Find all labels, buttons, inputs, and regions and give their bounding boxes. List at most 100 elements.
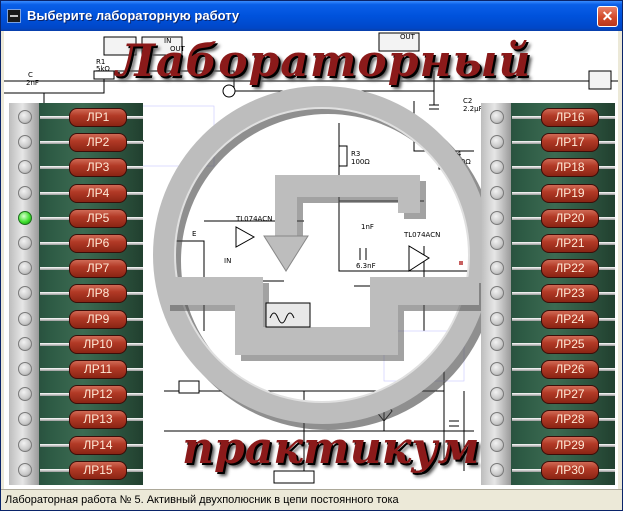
lab-button[interactable]: ЛР24 (541, 309, 599, 329)
resistor-lead (599, 468, 615, 472)
lab-row: ЛР8 (9, 281, 143, 306)
resistor-lead (512, 393, 542, 397)
lab-indicator-led (490, 286, 504, 301)
resistor-lead (512, 418, 542, 422)
resistor-lead (127, 317, 143, 321)
lab-indicator-led (18, 462, 32, 477)
lab-button[interactable]: ЛР13 (69, 410, 127, 430)
resistor-lead (40, 292, 70, 296)
resistor-lead (599, 267, 615, 271)
close-button[interactable]: ✕ (597, 6, 618, 27)
lab-button[interactable]: ЛР30 (541, 460, 599, 480)
lab-indicator-led (490, 437, 504, 452)
lab-button[interactable]: ЛР21 (541, 234, 599, 253)
lab-button[interactable]: ЛР27 (541, 385, 599, 405)
resistor-lead (512, 443, 542, 447)
lab-button[interactable]: ЛР7 (69, 259, 127, 279)
lab-button[interactable]: ЛР15 (69, 460, 127, 480)
resistor-lead (40, 468, 70, 472)
resistor-lead (40, 166, 70, 170)
lab-indicator-led (490, 387, 504, 402)
resistor-lead (40, 116, 70, 119)
lab-row: ЛР14 (9, 433, 143, 458)
lab-button[interactable]: ЛР14 (69, 435, 127, 455)
lab-button[interactable]: ЛР4 (69, 183, 127, 203)
lab-indicator-led (18, 185, 32, 200)
lab-indicator-led (490, 110, 504, 124)
resistor-lead (512, 267, 542, 271)
resistor-lead (512, 468, 542, 472)
lab-button[interactable]: ЛР20 (541, 208, 599, 228)
lab-button[interactable]: ЛР25 (541, 334, 599, 354)
resistor-lead (127, 141, 143, 145)
lab-indicator-led (18, 437, 32, 452)
lab-row: ЛР23 (481, 281, 615, 306)
client-area: C 2nF R1 5kΩ C2 2.2μF R3 100Ω R4 800Ω TL… (4, 31, 618, 489)
lab-button[interactable]: ЛР2 (69, 133, 127, 153)
lab-button[interactable]: ЛР9 (69, 309, 127, 329)
resistor-lead (512, 342, 542, 346)
lab-button[interactable]: ЛР10 (69, 334, 127, 354)
lab-button[interactable]: ЛР22 (541, 259, 599, 279)
lab-button[interactable]: ЛР18 (541, 158, 599, 178)
lab-indicator-led (490, 210, 504, 225)
window-title: Выберите лабораторную работу (27, 8, 240, 23)
lab-indicator-led (18, 286, 32, 301)
lab-button[interactable]: ЛР6 (69, 234, 127, 253)
title-bar[interactable]: Выберите лабораторную работу ✕ (1, 1, 622, 31)
resistor-lead (599, 393, 615, 397)
lab-button[interactable]: ЛР29 (541, 435, 599, 455)
status-text: Лабораторная работа № 5. Активный двухпо… (5, 494, 399, 506)
resistor-lead (40, 418, 70, 422)
lab-button[interactable]: ЛР19 (541, 183, 599, 203)
lab-button[interactable]: ЛР11 (69, 360, 127, 379)
lab-row: ЛР13 (9, 407, 143, 432)
resistor-lead (40, 368, 70, 371)
lab-indicator-led (490, 160, 504, 175)
resistor-lead (599, 317, 615, 321)
lab-button[interactable]: ЛР3 (69, 158, 127, 178)
lab-row: ЛР2 (9, 130, 143, 155)
resistor-lead (40, 141, 70, 145)
lab-indicator-led (18, 412, 32, 427)
resistor-lead (599, 368, 615, 371)
resistor-lead (127, 242, 143, 245)
resistor-lead (127, 443, 143, 447)
lab-button[interactable]: ЛР8 (69, 284, 127, 304)
lab-row: ЛР9 (9, 307, 143, 332)
resistor-lead (40, 342, 70, 346)
resistor-lead (127, 191, 143, 195)
logo-title-line2: практикум (182, 423, 480, 474)
lab-indicator-led (490, 362, 504, 376)
lab-row: ЛР30 (481, 458, 615, 483)
lab-row: ЛР7 (9, 256, 143, 281)
resistor-lead (40, 191, 70, 195)
lab-button[interactable]: ЛР12 (69, 385, 127, 405)
lab-row: ЛР20 (481, 206, 615, 231)
resistor-lead (127, 418, 143, 422)
resistor-lead (40, 216, 70, 220)
status-bar: Лабораторная работа № 5. Активный двухпо… (1, 489, 622, 510)
lab-indicator-led (490, 135, 504, 150)
lab-row: ЛР27 (481, 382, 615, 407)
lab-indicator-led (490, 412, 504, 427)
lab-row: ЛР19 (481, 181, 615, 206)
resistor-lead (127, 216, 143, 220)
lab-button[interactable]: ЛР1 (69, 108, 127, 127)
lab-indicator-led (18, 336, 32, 351)
resistor-lead (512, 317, 542, 321)
resistor-lead (40, 393, 70, 397)
lab-row: ЛР1 (9, 105, 143, 130)
lab-button[interactable]: ЛР16 (541, 108, 599, 127)
lab-button[interactable]: ЛР26 (541, 360, 599, 379)
lab-row: ЛР5 (9, 206, 143, 231)
lab-button[interactable]: ЛР5 (69, 208, 127, 228)
lab-indicator-led (18, 236, 32, 250)
lab-button[interactable]: ЛР17 (541, 133, 599, 153)
lab-row: ЛР21 (481, 231, 615, 256)
lab-button[interactable]: ЛР23 (541, 284, 599, 304)
lab-button[interactable]: ЛР28 (541, 410, 599, 430)
resistor-lead (40, 242, 70, 245)
resistor-lead (40, 267, 70, 271)
resistor-lead (599, 342, 615, 346)
